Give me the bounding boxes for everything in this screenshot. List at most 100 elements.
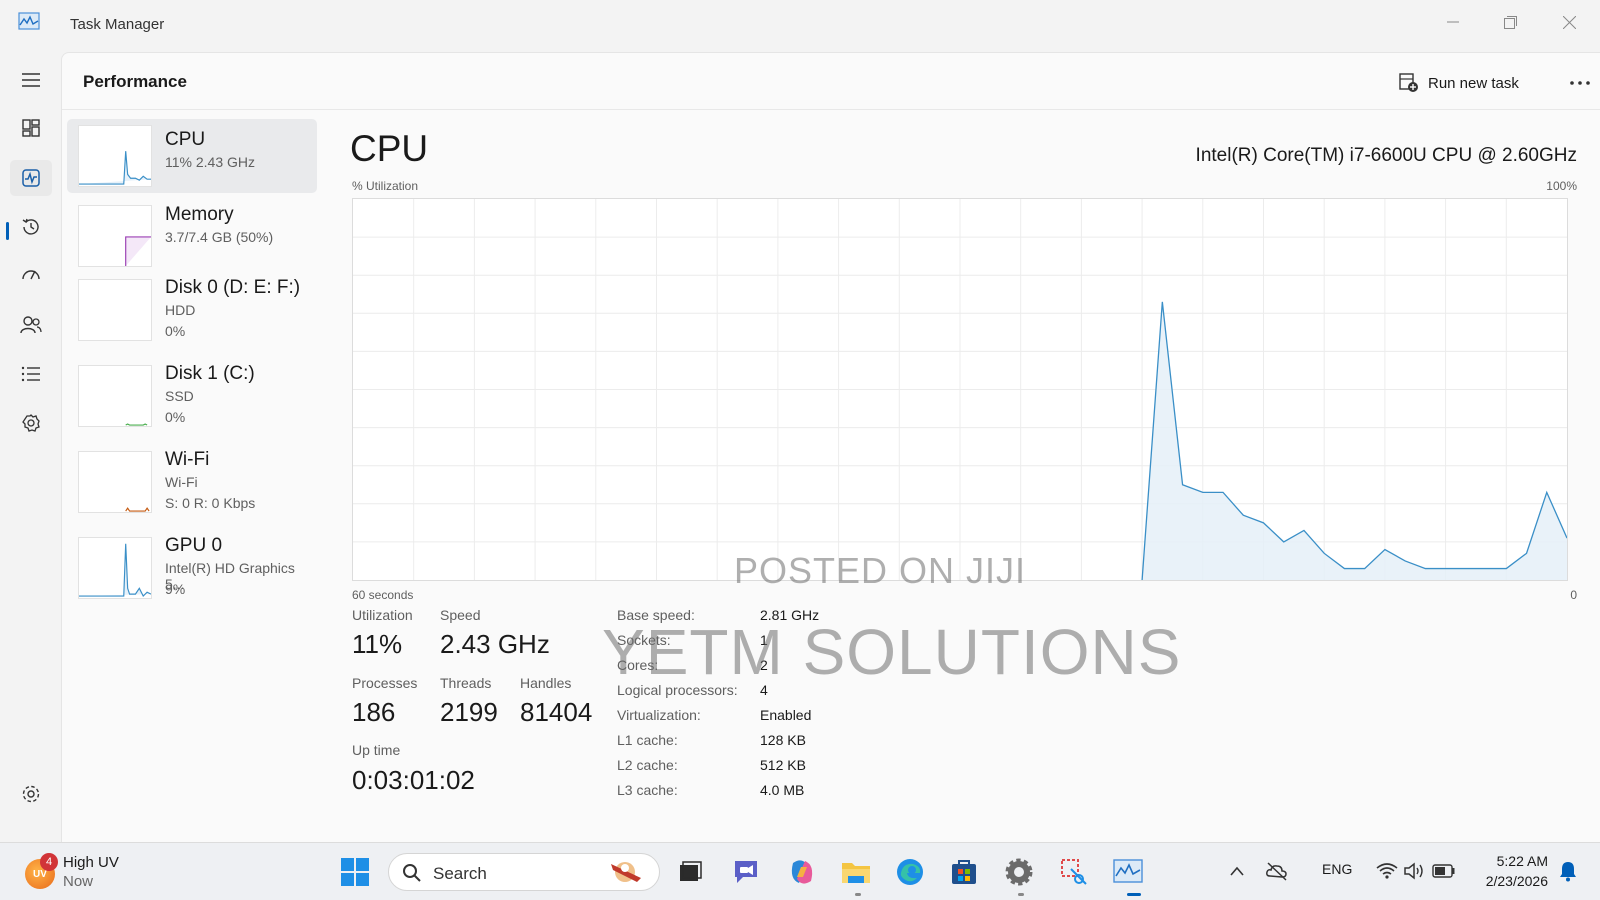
- windows-start-icon: [341, 858, 369, 886]
- resource-item-memory[interactable]: Memory 3.7/7.4 GB (50%): [67, 195, 317, 267]
- resource-throughput: S: 0 R: 0 Kbps: [165, 495, 256, 511]
- spec-value: 4.0 MB: [760, 782, 805, 798]
- spec-value: Enabled: [760, 707, 812, 723]
- detail-title: CPU: [350, 128, 429, 169]
- resource-name: CPU: [165, 129, 206, 150]
- clock-time: 5:22 AM: [1496, 853, 1548, 869]
- spec-label: L2 cache:: [617, 757, 678, 773]
- hamburger-menu-button[interactable]: [10, 62, 52, 98]
- wifi-icon: [1376, 863, 1398, 879]
- graph-grid: [353, 199, 1567, 580]
- resource-thumbnail-gpu-0: [78, 537, 152, 599]
- minimize-button[interactable]: [1433, 8, 1473, 36]
- copilot-icon: [791, 860, 813, 884]
- cpu-model-name: Intel(R) Core(TM) i7-6600U CPU @ 2.60GHz: [1195, 145, 1577, 166]
- start-button[interactable]: [337, 854, 373, 890]
- graph-x-left-label: 60 seconds: [352, 588, 414, 602]
- taskbar-teams[interactable]: [728, 854, 764, 890]
- nav-performance[interactable]: [10, 160, 52, 196]
- bell-icon: [1560, 862, 1576, 882]
- processes-value: 186: [352, 697, 396, 727]
- menu-icon: [22, 73, 40, 87]
- graph-x-right-label: 0: [1570, 588, 1577, 602]
- title-bar: Task Manager: [0, 0, 1600, 50]
- running-indicator: [855, 893, 861, 896]
- resource-item-disk-0[interactable]: Disk 0 (D: E: F:) HDD 0%: [67, 269, 317, 353]
- resource-name: Disk 0 (D: E: F:): [165, 277, 301, 298]
- nav-details[interactable]: [10, 356, 52, 392]
- settings-gear-icon: [1005, 858, 1033, 886]
- active-nav-indicator: [6, 222, 9, 240]
- spec-label: L1 cache:: [617, 732, 678, 748]
- onedrive-status[interactable]: [1262, 855, 1292, 887]
- more-icon: [1570, 81, 1590, 85]
- weather-title: High UV: [63, 854, 119, 871]
- resource-usage: 0%: [165, 323, 186, 339]
- taskbar-task-manager[interactable]: [1110, 854, 1146, 890]
- taskbar-store[interactable]: [946, 854, 982, 890]
- show-hidden-icons-button[interactable]: [1222, 855, 1252, 887]
- resource-detail: Intel(R) HD Graphics 5...: [165, 560, 295, 592]
- volume-status[interactable]: [1400, 855, 1430, 887]
- taskbar-settings[interactable]: [1001, 854, 1037, 890]
- resource-thumbnail-cpu: [78, 125, 152, 187]
- resource-detail: HDD: [165, 302, 196, 318]
- weather-widget[interactable]: UV 4 High UV Now: [22, 851, 142, 893]
- resource-detail: SSD: [165, 388, 194, 404]
- nav-settings[interactable]: [10, 776, 52, 812]
- spec-label: L3 cache:: [617, 782, 678, 798]
- resource-thumbnail-memory: [78, 205, 152, 267]
- navigation-rail: [0, 50, 61, 842]
- performance-icon: [22, 169, 40, 187]
- taskbar-search-box[interactable]: Search: [388, 853, 660, 891]
- resource-item-gpu-0[interactable]: GPU 0 Intel(R) HD Graphics 5... 9%: [67, 527, 317, 611]
- spec-value: 512 KB: [760, 757, 806, 773]
- taskbar-task-view[interactable]: [672, 854, 708, 890]
- run-new-task-button[interactable]: Run new task: [1399, 69, 1519, 97]
- resource-item-wifi[interactable]: Wi-Fi Wi-Fi S: 0 R: 0 Kbps: [67, 441, 317, 525]
- resource-item-cpu[interactable]: CPU 11% 2.43 GHz: [67, 119, 317, 193]
- cpu-utilization-area: [1142, 301, 1567, 580]
- task-manager-app-icon: [18, 12, 40, 30]
- battery-status[interactable]: [1429, 855, 1459, 887]
- nav-users[interactable]: [10, 307, 52, 343]
- taskbar-file-explorer[interactable]: [838, 854, 874, 890]
- weather-subtitle: Now: [63, 873, 94, 890]
- network-status[interactable]: [1372, 855, 1402, 887]
- system-clock[interactable]: 5:22 AM 2/23/2026: [1468, 851, 1548, 891]
- more-options-button[interactable]: [1565, 70, 1595, 96]
- taskbar-copilot[interactable]: [784, 854, 820, 890]
- resource-name: Disk 1 (C:): [165, 363, 255, 384]
- taskbar-edge[interactable]: [892, 854, 928, 890]
- cpu-utilization-graph: [352, 198, 1568, 581]
- users-icon: [20, 316, 42, 334]
- resource-detail: Wi-Fi: [165, 474, 198, 490]
- resource-name: Memory: [165, 204, 234, 225]
- restore-icon: [1503, 15, 1517, 29]
- close-button[interactable]: [1549, 8, 1589, 36]
- task-view-icon: [680, 861, 702, 881]
- teams-chat-icon: [735, 861, 757, 883]
- app-history-icon: [22, 218, 39, 235]
- resource-item-disk-1[interactable]: Disk 1 (C:) SSD 0%: [67, 355, 317, 439]
- threads-value: 2199: [440, 697, 498, 727]
- utilization-value: 11%: [352, 629, 403, 659]
- spec-label: Virtualization:: [617, 707, 701, 723]
- restore-button[interactable]: [1490, 8, 1530, 36]
- cloud-off-icon: [1266, 862, 1287, 881]
- file-explorer-icon: [842, 863, 870, 883]
- nav-processes[interactable]: [10, 110, 52, 146]
- notifications-button[interactable]: [1553, 855, 1583, 887]
- processes-icon: [22, 119, 40, 137]
- close-icon: [1562, 15, 1576, 29]
- task-manager-icon: [1113, 859, 1143, 883]
- microsoft-store-icon: [952, 860, 976, 884]
- search-highlight-icon: [611, 862, 641, 882]
- nav-services[interactable]: [10, 405, 52, 441]
- nav-startup-apps[interactable]: [10, 258, 52, 294]
- resource-detail: 3.7/7.4 GB (50%): [165, 229, 274, 245]
- taskbar-snipping-tool[interactable]: [1056, 854, 1092, 890]
- battery-icon: [1432, 864, 1455, 878]
- input-language[interactable]: ENG: [1322, 861, 1352, 877]
- nav-app-history[interactable]: [10, 209, 52, 245]
